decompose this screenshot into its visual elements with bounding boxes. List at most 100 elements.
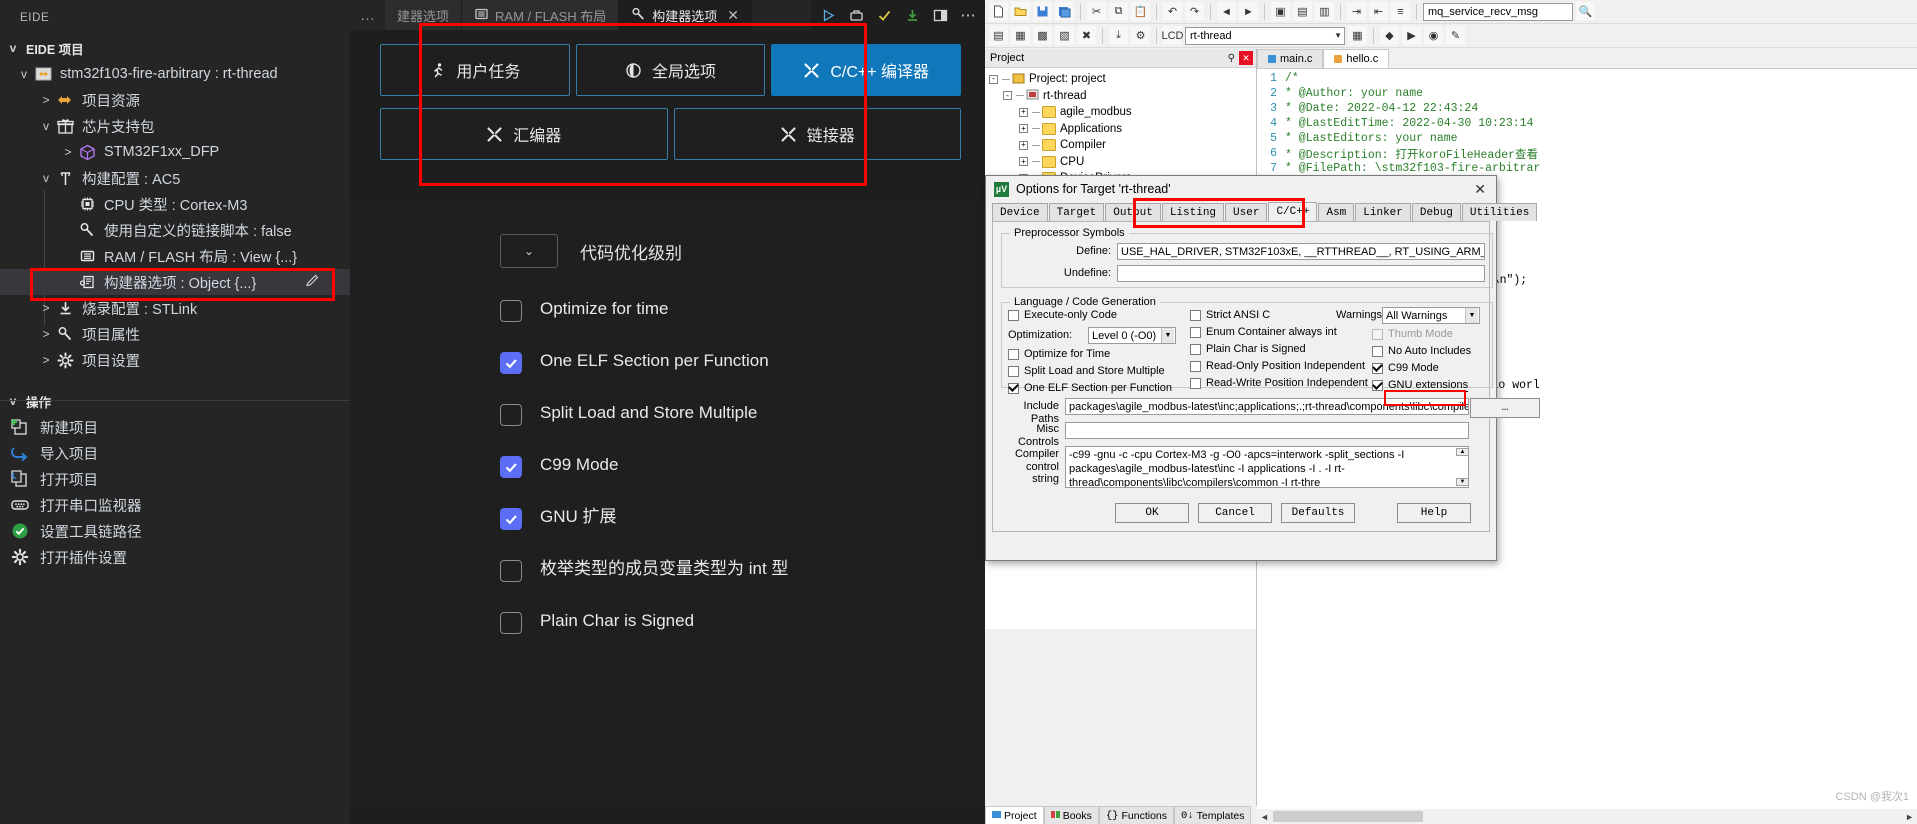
project-tree-row[interactable]: + Compiler bbox=[985, 137, 1256, 154]
checkbox-c99-mode[interactable]: C99 Mode bbox=[350, 454, 985, 478]
checkbox-enum-container-int[interactable]: Enum Container always int bbox=[1190, 326, 1337, 338]
tab-builder-options-clipped[interactable]: 建器选项 bbox=[385, 0, 463, 30]
code-horizontal-scrollbar[interactable]: ◄ ► bbox=[1257, 809, 1917, 824]
paste-icon[interactable]: 📋 bbox=[1131, 2, 1150, 21]
project-tree-row[interactable]: + Applications bbox=[985, 121, 1256, 138]
help-button[interactable]: Help bbox=[1397, 503, 1471, 523]
checkbox-readonly-position-independent[interactable]: Read-Only Position Independent bbox=[1190, 360, 1365, 372]
scroll-up-icon[interactable]: ▲ bbox=[1456, 448, 1469, 456]
action-open-project[interactable]: 打开项目 bbox=[0, 466, 350, 492]
tree-item-resources[interactable]: > 项目资源 bbox=[0, 87, 350, 113]
download-icon[interactable] bbox=[903, 6, 921, 24]
action-import-project[interactable]: 导入项目 bbox=[0, 440, 350, 466]
checkbox-box[interactable] bbox=[1190, 360, 1201, 372]
code-tab-hello-c[interactable]: hello.c bbox=[1323, 49, 1390, 68]
checkbox-execute-only-code[interactable]: Execute-only Code bbox=[1008, 309, 1117, 321]
dialog-tab-user[interactable]: User bbox=[1225, 203, 1268, 221]
save-icon[interactable] bbox=[1033, 2, 1052, 21]
pane-tab-functions[interactable]: {} Functions bbox=[1098, 806, 1175, 824]
project-tree-row[interactable]: - rt-thread bbox=[985, 88, 1256, 105]
action-serial-monitor[interactable]: 打开串口监视器 bbox=[0, 492, 350, 518]
tree-item-custom-linker-script[interactable]: 使用自定义的链接脚本 : false bbox=[0, 217, 350, 243]
redo-icon[interactable]: ↷ bbox=[1185, 2, 1204, 21]
checkbox-box[interactable] bbox=[1190, 343, 1201, 355]
manage-targets-icon[interactable]: ▦ bbox=[1348, 26, 1367, 45]
checkbox-box[interactable] bbox=[500, 508, 522, 530]
scrollbar-thumb[interactable] bbox=[1273, 811, 1423, 822]
run-icon[interactable] bbox=[819, 6, 837, 24]
debug-icon[interactable]: ◉ bbox=[1424, 26, 1443, 45]
actions-section-header[interactable]: v 操作 bbox=[0, 388, 350, 414]
close-icon[interactable]: ✕ bbox=[1470, 181, 1490, 198]
outdent-icon[interactable]: ⇤ bbox=[1369, 2, 1388, 21]
checkbox-gnu-extensions[interactable]: GNU extensions bbox=[1372, 379, 1469, 392]
project-tree-row[interactable]: + agile_modbus bbox=[985, 104, 1256, 121]
warnings-select[interactable]: All Warnings ▼ bbox=[1382, 307, 1480, 324]
checkbox-box[interactable] bbox=[1372, 380, 1383, 391]
pack-installer-icon[interactable]: ◆ bbox=[1380, 26, 1399, 45]
checkbox-plain-char-signed[interactable]: Plain Char is Signed bbox=[1190, 343, 1306, 355]
checkbox-box[interactable] bbox=[500, 352, 522, 374]
undo-icon[interactable]: ↶ bbox=[1163, 2, 1182, 21]
dialog-tab-asm[interactable]: Asm bbox=[1318, 203, 1355, 221]
build-icon[interactable] bbox=[847, 6, 865, 24]
download-icon[interactable]: ⤓ bbox=[1109, 26, 1128, 45]
build-icon[interactable]: ▦ bbox=[1011, 26, 1030, 45]
checkbox-box[interactable] bbox=[500, 404, 522, 426]
scroll-left-icon[interactable]: ◄ bbox=[1257, 812, 1269, 822]
checkbox-box[interactable] bbox=[1190, 377, 1201, 389]
pencil-icon[interactable] bbox=[305, 273, 320, 292]
target-options-icon[interactable]: ⚙ bbox=[1131, 26, 1150, 45]
define-input[interactable]: USE_HAL_DRIVER, STM32F103xE, __RTTHREAD_… bbox=[1117, 243, 1485, 260]
scroll-down-icon[interactable]: ▼ bbox=[1456, 478, 1469, 486]
code-tab-main-c[interactable]: main.c bbox=[1257, 49, 1324, 68]
checkbox-box[interactable] bbox=[1008, 309, 1019, 321]
tree-item-cpu-type[interactable]: CPU 类型 : Cortex-M3 bbox=[0, 191, 350, 217]
split-editor-icon[interactable] bbox=[931, 6, 949, 24]
expander-icon[interactable]: - bbox=[1003, 91, 1012, 101]
tree-item-project-attributes[interactable]: > 项目属性 bbox=[0, 321, 350, 347]
checkbox-box[interactable] bbox=[1372, 362, 1383, 374]
optimization-select[interactable]: Level 0 (-O0) ▼ bbox=[1088, 327, 1176, 344]
expander-icon[interactable]: + bbox=[1019, 124, 1028, 134]
checkbox-optimize-for-time[interactable]: Optimize for time bbox=[350, 298, 985, 322]
tab-builder-options[interactable]: 构建器选项 ✕ bbox=[619, 0, 753, 30]
checkbox-no-auto-includes[interactable]: No Auto Includes bbox=[1372, 345, 1471, 357]
target-select[interactable]: rt-thread ▼ bbox=[1185, 26, 1345, 45]
checkbox-gnu-extensions[interactable]: GNU 扩展 bbox=[350, 506, 985, 530]
dialog-tab-listing[interactable]: Listing bbox=[1161, 203, 1225, 221]
search-icon[interactable]: 🔍 bbox=[1576, 2, 1595, 21]
checkbox-split-load-and-store-multiple[interactable]: Split Load and Store Multiple bbox=[350, 402, 985, 426]
configure-icon[interactable]: ✎ bbox=[1446, 26, 1465, 45]
checkbox-box[interactable] bbox=[1372, 345, 1383, 357]
stop-build-icon[interactable]: ✖ bbox=[1077, 26, 1096, 45]
checkbox-c99-mode[interactable]: C99 Mode bbox=[1372, 362, 1439, 374]
pane-tab-templates[interactable]: 0↓ Templates bbox=[1174, 806, 1252, 824]
action-new-project[interactable]: 新建项目 bbox=[0, 414, 350, 440]
checkbox-box[interactable] bbox=[1372, 328, 1383, 340]
checkbox-strict-ansi-c[interactable]: Strict ANSI C bbox=[1190, 309, 1270, 321]
dialog-tab-debug[interactable]: Debug bbox=[1411, 203, 1461, 221]
checkbox-readwrite-position-independent[interactable]: Read-Write Position Independent bbox=[1190, 377, 1368, 389]
checkbox-enum-container-int[interactable]: 枚举类型的成员变量类型为 int 型 bbox=[350, 558, 985, 582]
dialog-tab-device[interactable]: Device bbox=[992, 203, 1048, 221]
close-icon[interactable]: ✕ bbox=[1239, 51, 1253, 65]
button-c-cpp-compiler[interactable]: C/C++ 编译器 bbox=[771, 44, 962, 96]
pane-tab-books[interactable]: Books bbox=[1043, 806, 1099, 824]
close-icon[interactable]: ✕ bbox=[727, 7, 739, 24]
bookmark-prev-icon[interactable]: ▥ bbox=[1315, 2, 1334, 21]
scroll-right-icon[interactable]: ► bbox=[1905, 812, 1917, 822]
cut-icon[interactable]: ✂ bbox=[1087, 2, 1106, 21]
defaults-button[interactable]: Defaults bbox=[1281, 503, 1355, 523]
dialog-tab-c-cpp[interactable]: C/C++ bbox=[1268, 202, 1318, 221]
dialog-tab-utilities[interactable]: Utilities bbox=[1461, 203, 1538, 221]
cancel-button[interactable]: Cancel bbox=[1198, 503, 1272, 523]
rebuild-icon[interactable]: ▩ bbox=[1033, 26, 1052, 45]
more-actions-icon[interactable]: ⋯ bbox=[959, 6, 977, 24]
action-set-toolchain-path[interactable]: 设置工具链路径 bbox=[0, 518, 350, 544]
expander-icon[interactable]: + bbox=[1019, 157, 1028, 167]
misc-controls-input[interactable] bbox=[1065, 422, 1469, 439]
tree-item-dfp[interactable]: > STM32F1xx_DFP bbox=[0, 139, 350, 165]
expander-icon[interactable]: - bbox=[989, 74, 998, 84]
include-paths-browse-button[interactable]: … bbox=[1470, 398, 1540, 418]
